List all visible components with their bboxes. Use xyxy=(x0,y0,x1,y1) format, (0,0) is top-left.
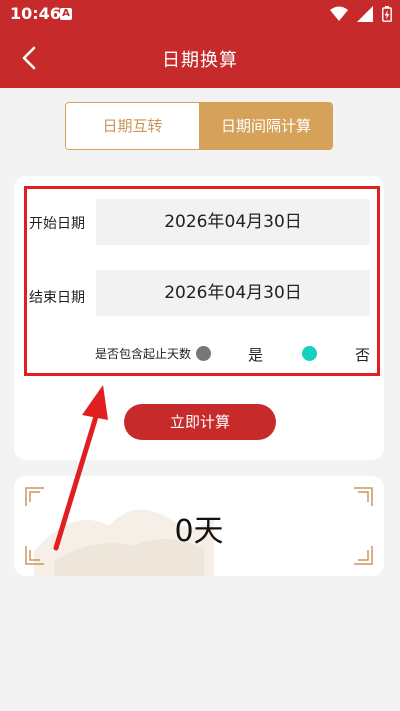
end-date-label: 结束日期 xyxy=(29,290,85,306)
corner-ornament-top-right xyxy=(354,487,373,506)
status-icons xyxy=(326,6,392,22)
page-title: 日期换算 xyxy=(162,50,238,71)
tab-date-interval[interactable]: 日期间隔计算 xyxy=(199,103,332,149)
notification-icon: A xyxy=(60,8,72,20)
radio-no-label[interactable]: 否 xyxy=(355,344,370,365)
status-time: 10:46 xyxy=(10,4,61,23)
start-date-label: 开始日期 xyxy=(29,216,85,232)
status-bar: 10:46 A xyxy=(0,0,400,28)
radio-yes-label[interactable]: 是 xyxy=(248,344,263,365)
calculate-button[interactable]: 立即计算 xyxy=(124,404,276,440)
result-card: 0天 xyxy=(14,476,384,576)
wifi-icon xyxy=(329,6,348,21)
end-date-field[interactable]: 2026年04月30日 xyxy=(96,270,370,316)
tab-date-convert[interactable]: 日期互转 xyxy=(66,103,199,149)
include-endpoints-label: 是否包含起止天数 xyxy=(95,347,192,361)
radio-no[interactable] xyxy=(302,346,317,361)
app-bar: 日期换算 xyxy=(0,28,400,88)
result-value: 0天 xyxy=(174,514,224,549)
corner-ornament-top-left xyxy=(25,487,44,506)
start-date-field[interactable]: 2026年04月30日 xyxy=(96,199,370,245)
mode-tabs: 日期互转 日期间隔计算 xyxy=(65,102,333,150)
signal-icon xyxy=(356,6,373,22)
radio-yes[interactable] xyxy=(196,346,211,361)
battery-icon xyxy=(382,6,392,22)
